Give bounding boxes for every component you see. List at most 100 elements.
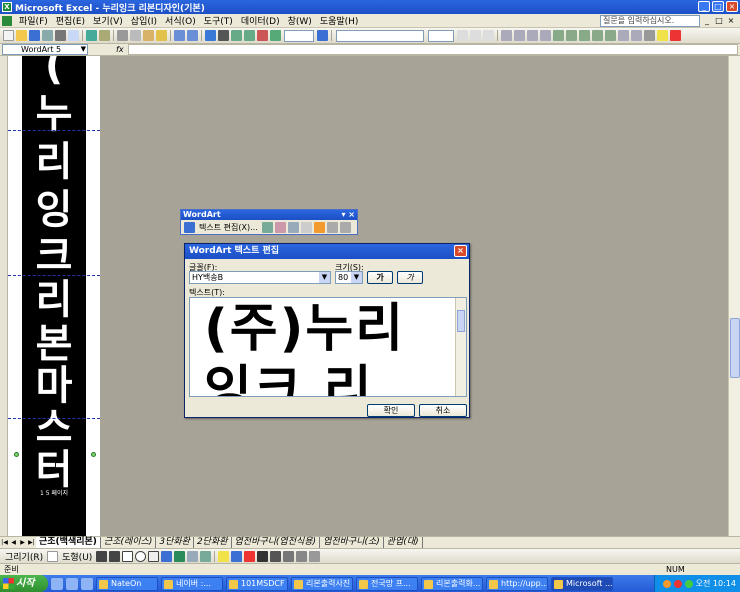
chevron-down-icon[interactable]: ▼ [351, 272, 362, 283]
copy-icon[interactable] [130, 30, 141, 41]
formula-input[interactable] [127, 44, 738, 55]
tray-security-icon[interactable] [673, 579, 682, 588]
menu-insert[interactable]: 삽입(I) [127, 14, 161, 27]
line-style-icon[interactable] [257, 550, 269, 562]
maximize-button[interactable]: □ [712, 1, 724, 12]
sheet-tab[interactable]: 관엽(대) [384, 537, 423, 548]
bold-button[interactable]: 가 [367, 271, 393, 284]
last-sheet-icon[interactable]: ▶| [27, 539, 36, 546]
cut-icon[interactable] [117, 30, 128, 41]
redo-icon[interactable] [187, 30, 198, 41]
format-painter-icon[interactable] [156, 30, 167, 41]
borders-icon[interactable] [644, 30, 655, 41]
help-search-input[interactable]: 질문을 입력하십시오. [600, 15, 700, 27]
ok-button[interactable]: 확인 [367, 404, 415, 417]
wordart-shape-icon[interactable] [287, 221, 299, 233]
chevron-down-icon[interactable]: ▼ [81, 45, 86, 54]
picture-icon[interactable] [200, 550, 212, 562]
taskbar-button[interactable]: 네이버 :... [161, 576, 223, 591]
rectangle-icon[interactable] [122, 550, 134, 562]
alignment-icon[interactable] [326, 221, 338, 233]
3d-icon[interactable] [309, 550, 321, 562]
shadow-icon[interactable] [296, 550, 308, 562]
oval-icon[interactable] [135, 550, 147, 562]
underline-icon[interactable] [483, 30, 494, 41]
first-sheet-icon[interactable]: |◀ [0, 539, 9, 546]
print-icon[interactable] [55, 30, 66, 41]
taskbar-button[interactable]: http://upp... [486, 576, 548, 591]
textbox-icon[interactable] [148, 550, 160, 562]
sort-desc-icon[interactable] [244, 30, 255, 41]
tray-network-icon[interactable] [684, 579, 693, 588]
selection-handle[interactable] [91, 452, 96, 457]
menu-tools[interactable]: 도구(T) [200, 14, 237, 27]
menu-data[interactable]: 데이터(D) [237, 14, 284, 27]
wordart-gallery-icon[interactable] [261, 221, 273, 233]
format-wordart-icon[interactable] [274, 221, 286, 233]
taskbar-button[interactable]: 리본출력사진 [291, 576, 353, 591]
quicklaunch-ie-icon[interactable] [51, 577, 63, 590]
same-height-icon[interactable] [300, 221, 312, 233]
menu-format[interactable]: 서식(O) [161, 14, 200, 27]
italic-icon[interactable] [470, 30, 481, 41]
dash-style-icon[interactable] [270, 550, 282, 562]
sheet-tab[interactable]: 엽전바구니(엽전식용) [232, 537, 321, 548]
fx-icon[interactable]: fx [116, 45, 124, 54]
align-left-icon[interactable] [501, 30, 512, 41]
char-spacing-icon[interactable] [339, 221, 351, 233]
sheet-tab[interactable]: 엽전바구니(소) [320, 537, 384, 548]
sheet-tab[interactable]: 근조(레이스) [101, 537, 157, 548]
quicklaunch-media-icon[interactable] [66, 577, 78, 590]
increase-decimal-icon[interactable] [592, 30, 603, 41]
start-button[interactable]: 시작 [0, 575, 48, 592]
decrease-decimal-icon[interactable] [605, 30, 616, 41]
percent-icon[interactable] [566, 30, 577, 41]
draw-menu-button[interactable]: 그리기(R) [5, 550, 43, 563]
diagram-icon[interactable] [174, 550, 186, 562]
dialog-close-button[interactable]: × [454, 245, 467, 257]
quicklaunch-desktop-icon[interactable] [81, 577, 93, 590]
cancel-button[interactable]: 취소 [419, 404, 467, 417]
autosum-icon[interactable] [218, 30, 229, 41]
autoshapes-button[interactable]: 도형(U) [62, 550, 92, 563]
increase-indent-icon[interactable] [631, 30, 642, 41]
research-icon[interactable] [99, 30, 110, 41]
scroll-thumb[interactable] [457, 310, 465, 332]
minimize-button[interactable]: _ [698, 1, 710, 12]
insert-wordart-icon[interactable] [184, 221, 195, 233]
new-icon[interactable] [3, 30, 14, 41]
font-size-combo[interactable] [428, 29, 454, 42]
doc-restore-icon[interactable]: □ [714, 16, 724, 26]
italic-button[interactable]: 가 [397, 271, 423, 284]
select-objects-icon[interactable] [47, 550, 59, 562]
fill-color-icon[interactable] [657, 30, 668, 41]
taskbar-button[interactable]: 리본출력화... [421, 576, 483, 591]
edit-text-button[interactable]: 텍스트 편집(X)... [199, 222, 258, 233]
selection-handle[interactable] [14, 452, 19, 457]
next-sheet-icon[interactable]: ▶ [18, 539, 27, 546]
vertical-text-icon[interactable] [313, 221, 325, 233]
wordart-ribbon[interactable]: ( 누 리 잉 크 리 본 마 스 터 1 5 페이지 [22, 56, 86, 536]
align-right-icon[interactable] [527, 30, 538, 41]
undo-icon[interactable] [174, 30, 185, 41]
taskbar-button[interactable]: NateOn [96, 576, 158, 591]
font-combo[interactable] [336, 29, 424, 42]
spelling-icon[interactable] [86, 30, 97, 41]
taskbar-button[interactable]: 101MSDCF [226, 576, 288, 591]
sheet-tab[interactable]: 3단화환 [156, 537, 194, 548]
menu-help[interactable]: 도움말(H) [316, 14, 363, 27]
menu-window[interactable]: 창(W) [284, 14, 316, 27]
fill-color-icon[interactable] [218, 550, 230, 562]
name-box[interactable]: WordArt 5 ▼ [2, 44, 88, 55]
menu-edit[interactable]: 편집(E) [52, 14, 89, 27]
bold-icon[interactable] [457, 30, 468, 41]
scroll-thumb[interactable] [730, 318, 740, 378]
sort-asc-icon[interactable] [231, 30, 242, 41]
doc-close-icon[interactable]: × [726, 16, 736, 26]
merge-center-icon[interactable] [540, 30, 551, 41]
help-icon[interactable] [317, 30, 328, 41]
doc-minimize-icon[interactable]: _ [702, 16, 712, 26]
permission-icon[interactable] [42, 30, 53, 41]
document-icon[interactable] [2, 15, 12, 26]
close-icon[interactable]: ▾ × [341, 210, 355, 220]
